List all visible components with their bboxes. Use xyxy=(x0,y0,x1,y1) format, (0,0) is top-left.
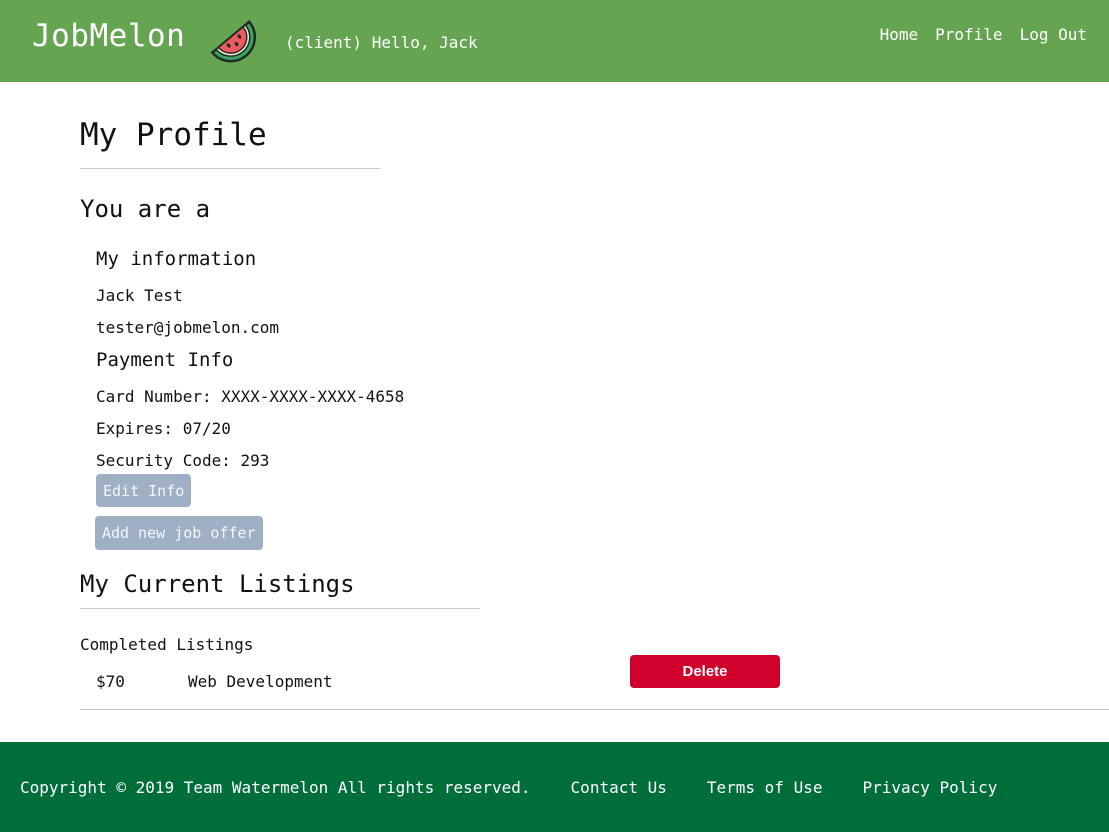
nav-home-link[interactable]: Home xyxy=(880,25,919,44)
user-greeting: (client) Hello, Jack xyxy=(285,33,478,52)
listings-divider xyxy=(80,608,480,609)
delete-listing-button[interactable]: Delete xyxy=(630,655,780,688)
card-expiry: Expires: 07/20 xyxy=(96,419,231,438)
footer-terms-link[interactable]: Terms of Use xyxy=(707,778,823,797)
listing-title: Web Development xyxy=(188,672,333,691)
card-number: Card Number: XXXX-XXXX-XXXX-4658 xyxy=(96,387,405,406)
footer-copyright: Copyright © 2019 Team Watermelon All rig… xyxy=(20,778,531,797)
nav-profile-link[interactable]: Profile xyxy=(935,25,1002,44)
add-job-offer-button[interactable]: Add new job offer xyxy=(95,516,263,550)
footer: Copyright © 2019 Team Watermelon All rig… xyxy=(0,742,1109,832)
nav-logout-link[interactable]: Log Out xyxy=(1020,25,1087,44)
watermelon-slice-icon xyxy=(210,19,257,63)
edit-info-button[interactable]: Edit Info xyxy=(96,474,192,507)
completed-listings-label: Completed Listings xyxy=(80,635,254,654)
role-line: You are a xyxy=(80,195,211,223)
top-navbar: JobMelon (client) Hello, Jack Home Profi… xyxy=(0,0,1109,82)
payment-info-heading: Payment Info xyxy=(96,349,234,371)
footer-contact-link[interactable]: Contact Us xyxy=(571,778,667,797)
brand-name[interactable]: JobMelon xyxy=(32,18,185,54)
title-divider xyxy=(80,168,380,169)
my-information-heading: My information xyxy=(96,248,257,270)
security-code: Security Code: 293 xyxy=(96,451,270,470)
page-title: My Profile xyxy=(80,117,267,153)
user-email: tester@jobmelon.com xyxy=(96,318,280,337)
listings-title: My Current Listings xyxy=(80,570,355,598)
main-nav: Home Profile Log Out xyxy=(880,25,1087,44)
listing-row: $70 Web Development Delete xyxy=(80,653,1109,710)
user-name: Jack Test xyxy=(96,286,183,305)
footer-privacy-link[interactable]: Privacy Policy xyxy=(862,778,997,797)
listing-price: $70 xyxy=(96,672,125,691)
